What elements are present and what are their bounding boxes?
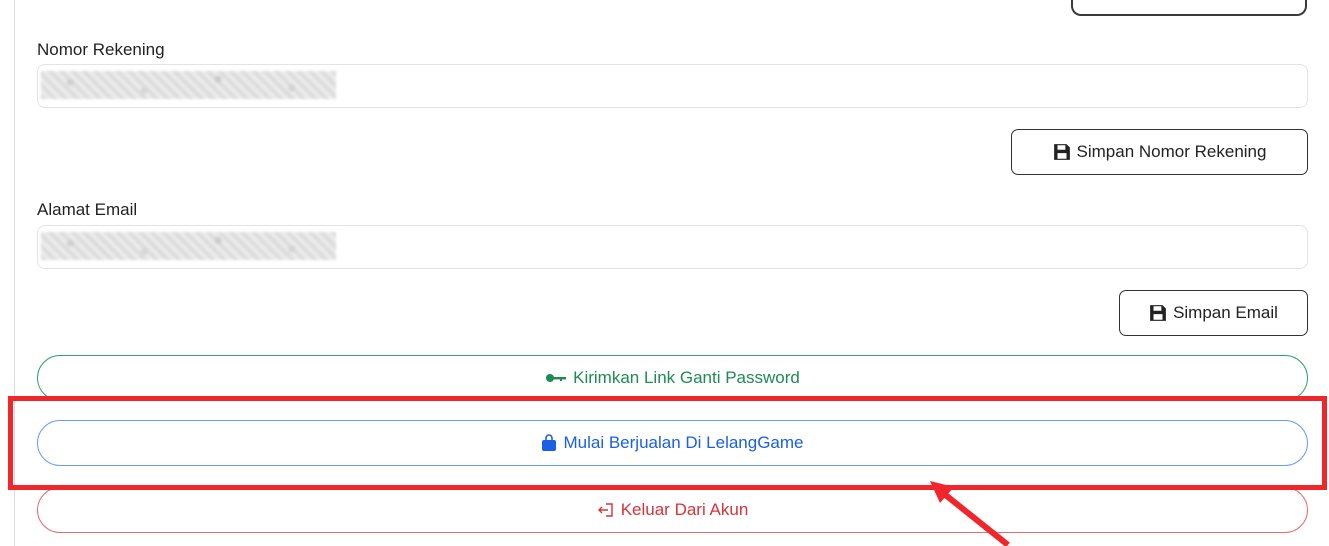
- save-email-label: Simpan Email: [1173, 303, 1278, 322]
- reset-password-label: Kirimkan Link Ganti Password: [573, 368, 800, 387]
- account-number-label: Nomor Rekening: [37, 40, 165, 59]
- floppy-disk-icon: [1053, 144, 1070, 160]
- redacted-value: [41, 71, 336, 99]
- save-account-number-button[interactable]: Simpan Nomor Rekening: [1011, 129, 1308, 175]
- reset-password-button[interactable]: Kirimkan Link Ganti Password: [37, 355, 1308, 401]
- key-icon: [546, 374, 567, 382]
- email-field[interactable]: [37, 225, 1308, 269]
- sign-out-icon: [597, 503, 613, 517]
- redacted-value: [41, 232, 336, 260]
- previous-save-button[interactable]: [1071, 0, 1307, 16]
- email-label: Alamat Email: [37, 200, 138, 219]
- floppy-disk-icon: [1150, 305, 1166, 321]
- logout-button[interactable]: Keluar Dari Akun: [37, 487, 1308, 533]
- annotation-arrow: [930, 481, 1010, 546]
- logout-label: Keluar Dari Akun: [620, 500, 749, 519]
- account-number-field[interactable]: [37, 64, 1308, 108]
- save-email-button[interactable]: Simpan Email: [1119, 290, 1308, 336]
- annotation-highlight-box: [8, 396, 1327, 490]
- save-account-number-label: Simpan Nomor Rekening: [1076, 142, 1267, 161]
